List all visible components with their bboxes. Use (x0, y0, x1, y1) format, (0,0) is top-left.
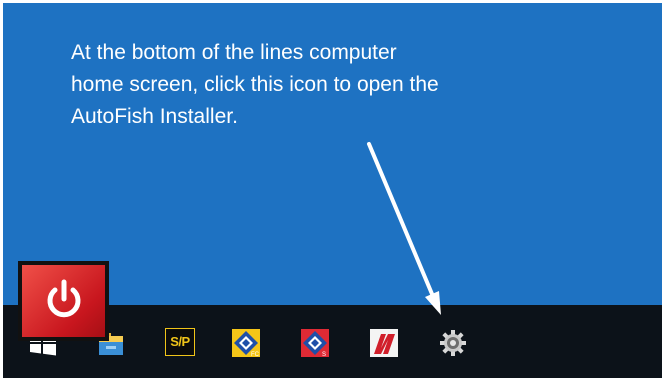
instruction-line-2: home screen, click this icon to open the (71, 73, 439, 96)
s-app-icon[interactable]: S (300, 328, 330, 358)
instruction-line-1: At the bottom of the lines computer (71, 41, 397, 64)
screenshot-frame: At the bottom of the lines computer home… (0, 0, 665, 381)
svg-text:FC: FC (251, 352, 260, 358)
fc-app-icon[interactable]: FC (231, 328, 261, 358)
power-tile[interactable] (18, 261, 109, 341)
instruction-line-3: AutoFish Installer. (71, 105, 238, 128)
power-tile-face (22, 265, 105, 337)
desktop: At the bottom of the lines computer home… (3, 3, 662, 378)
sp-app-label: S/P (165, 328, 195, 356)
power-icon (47, 279, 81, 318)
instruction-text: At the bottom of the lines computer home… (71, 37, 541, 133)
sp-app-icon[interactable]: S/P (165, 328, 195, 358)
autofish-installer-gear-icon[interactable] (438, 328, 468, 358)
svg-text:S: S (322, 352, 326, 358)
red-n-app-icon[interactable] (369, 328, 399, 358)
